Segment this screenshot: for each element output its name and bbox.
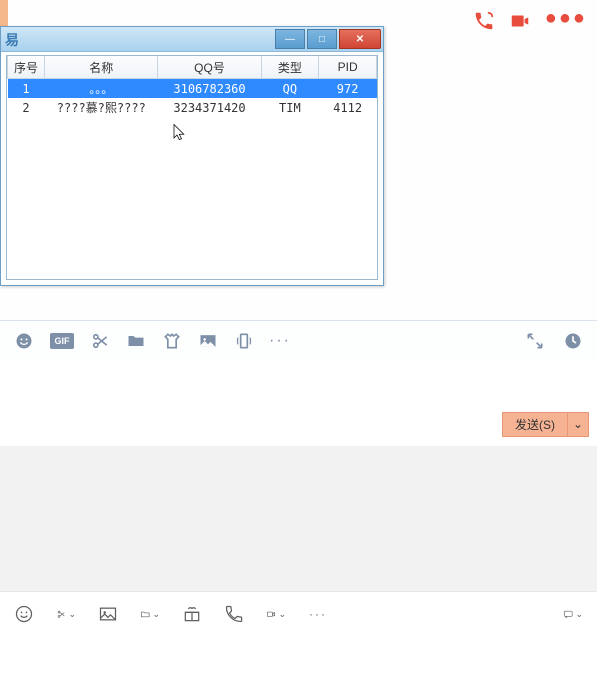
cell-qq: 3106782360	[158, 79, 261, 99]
column-header[interactable]: PID	[319, 56, 377, 79]
column-header[interactable]: 序号	[8, 56, 45, 79]
table-row[interactable]: 2????慕?熙????3234371420TIM4112	[8, 98, 377, 117]
chat-icon[interactable]: ⌄	[563, 604, 583, 624]
image-icon[interactable]	[198, 331, 218, 351]
emoji-icon[interactable]	[14, 331, 34, 351]
maximize-button[interactable]: □	[307, 29, 337, 49]
table-row[interactable]: 1。。。3106782360QQ972	[8, 79, 377, 99]
image-icon[interactable]	[98, 604, 118, 624]
cell-pid: 972	[319, 79, 377, 99]
popup-window: 易 — □ ✕ 序号名称QQ号类型PID 1。。。3106782360QQ972…	[0, 26, 384, 286]
app-logo-icon: 易	[5, 30, 21, 46]
tshirt-icon[interactable]	[162, 331, 182, 351]
folder-icon[interactable]: ⌄	[140, 604, 160, 624]
column-header[interactable]: 名称	[45, 56, 158, 79]
more-icon[interactable]: ●●●	[545, 13, 587, 35]
send-dropdown[interactable]: ⌄	[567, 413, 588, 436]
data-grid[interactable]: 序号名称QQ号类型PID 1。。。3106782360QQ9722????慕?熙…	[6, 55, 378, 280]
cell-idx: 1	[8, 79, 45, 99]
cell-name: 。。。	[45, 79, 158, 99]
titlebar[interactable]: 易 — □ ✕	[1, 27, 383, 52]
editor-toolbar: GIF ···	[0, 320, 597, 360]
close-button[interactable]: ✕	[339, 29, 381, 49]
phone-shake-icon[interactable]	[234, 331, 254, 351]
video-icon[interactable]: ⌄	[266, 604, 286, 624]
video-icon[interactable]	[509, 10, 531, 35]
folder-icon[interactable]	[126, 331, 146, 351]
bottom-toolbar: ⌄ ⌄ ⌄ ··· ⌄	[0, 591, 597, 636]
cell-qq: 3234371420	[158, 98, 261, 117]
cell-name: ????慕?熙????	[45, 98, 158, 117]
emoji-icon[interactable]	[14, 604, 34, 624]
gif-icon[interactable]: GIF	[50, 333, 74, 349]
scissors-icon[interactable]	[90, 331, 110, 351]
expand-icon[interactable]	[525, 331, 545, 351]
column-header[interactable]: QQ号	[158, 56, 261, 79]
phone-icon[interactable]	[473, 10, 495, 35]
history-icon[interactable]	[563, 331, 583, 351]
more-icon[interactable]: ···	[270, 331, 290, 351]
minimize-button[interactable]: —	[275, 29, 305, 49]
more-icon[interactable]: ···	[308, 604, 328, 624]
column-header[interactable]: 类型	[261, 56, 319, 79]
cell-idx: 2	[8, 98, 45, 117]
cell-type: TIM	[261, 98, 319, 117]
cell-pid: 4112	[319, 98, 377, 117]
send-button[interactable]: 发送(S) ⌄	[502, 412, 589, 437]
cell-type: QQ	[261, 79, 319, 99]
scissors-icon[interactable]: ⌄	[56, 604, 76, 624]
lower-panel	[0, 446, 597, 591]
gift-icon[interactable]	[182, 604, 202, 624]
phone-icon[interactable]	[224, 604, 244, 624]
